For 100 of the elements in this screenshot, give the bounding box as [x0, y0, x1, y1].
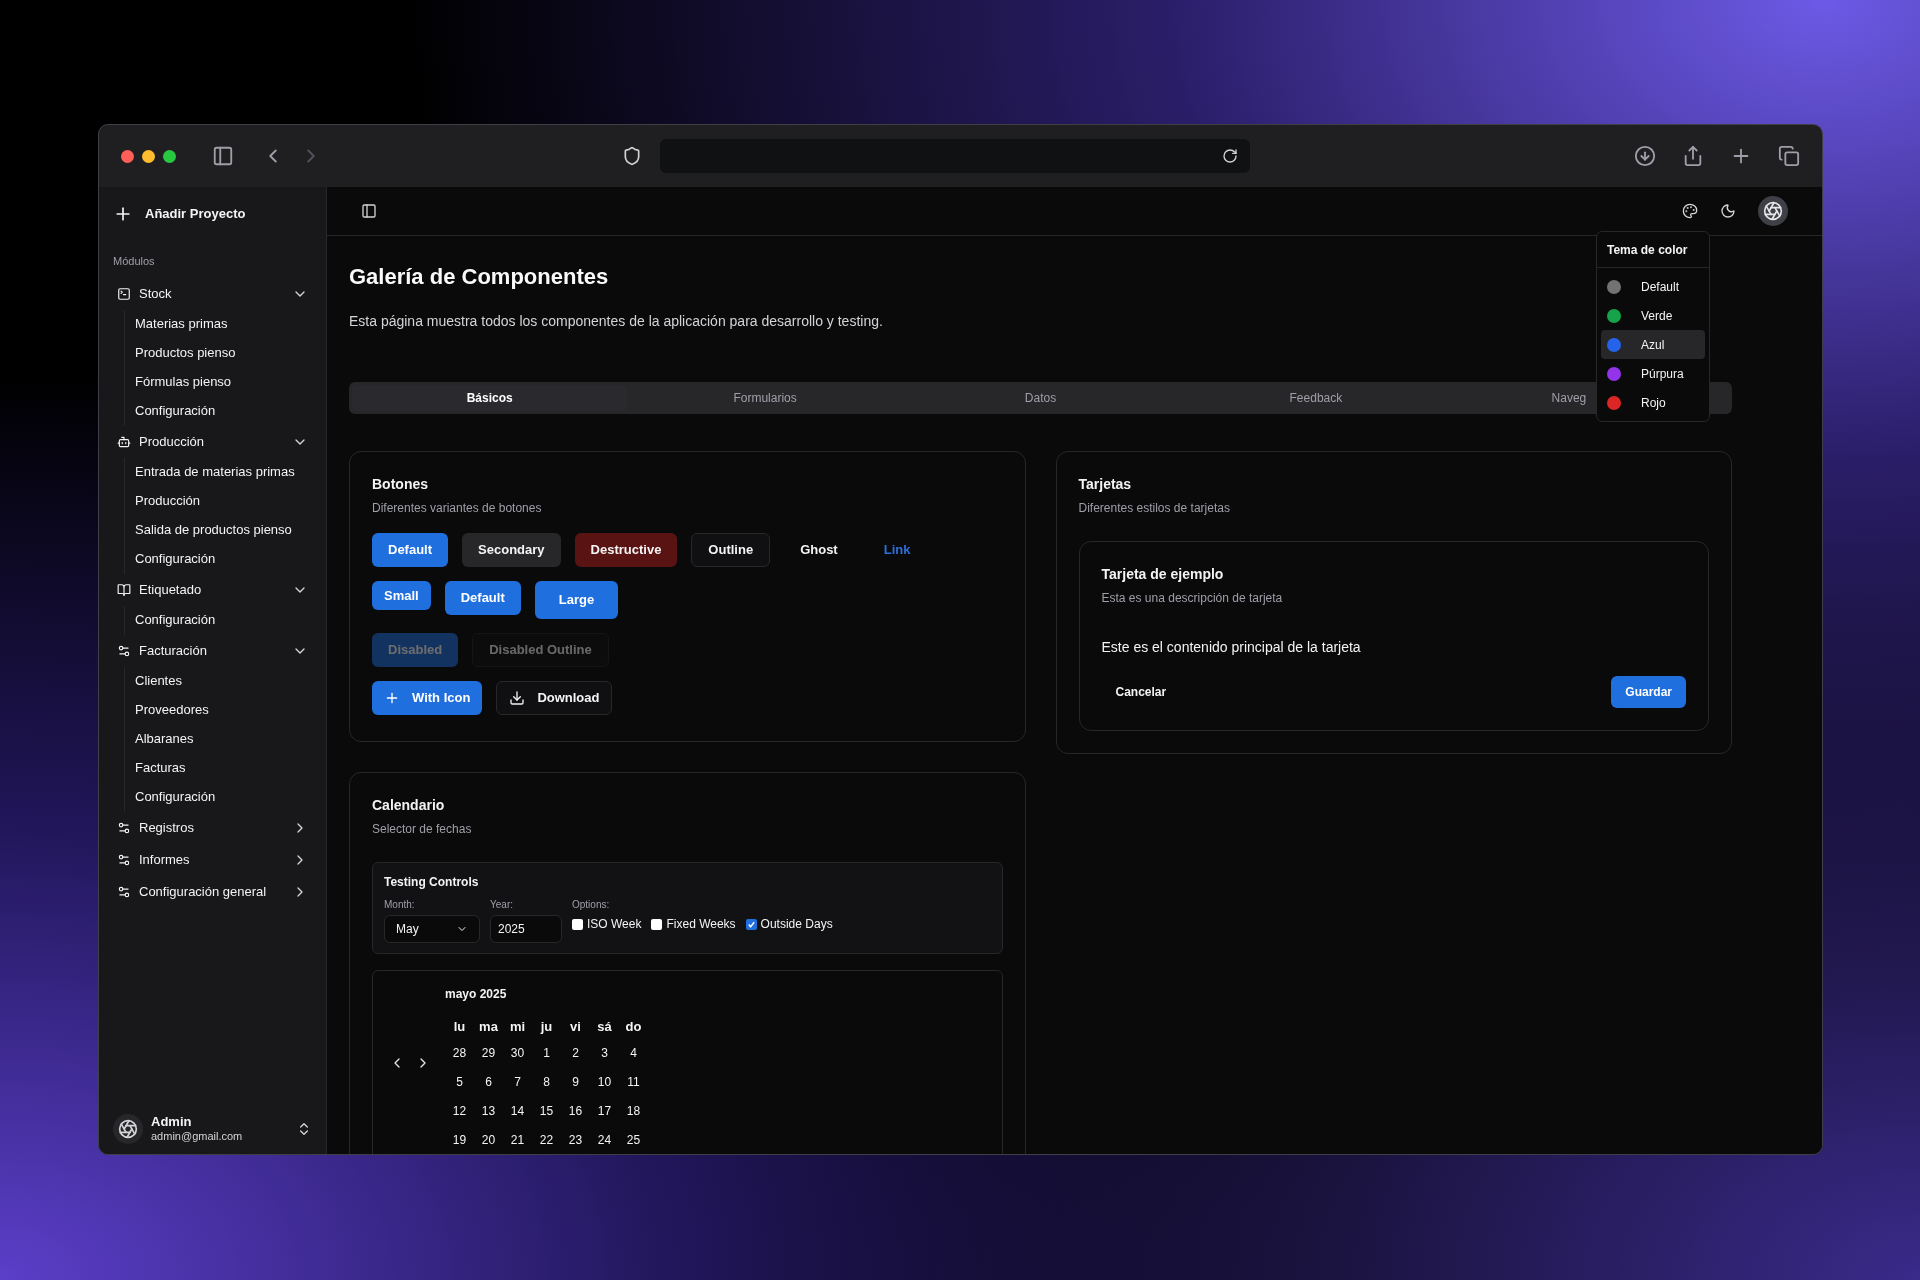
sidebar-subitem[interactable]: Salida de productos pienso	[127, 515, 316, 545]
menu-item[interactable]: Default	[1601, 272, 1705, 301]
checkbox[interactable]	[651, 918, 663, 930]
card-title: Botones	[372, 475, 429, 494]
calendar-day[interactable]: 25	[619, 1128, 648, 1154]
card-description: Selector de fechas	[372, 821, 473, 838]
year-field[interactable]: 2025	[490, 915, 562, 943]
calendar-day[interactable]: 11	[619, 1070, 648, 1099]
calendar-day[interactable]: 7	[503, 1070, 532, 1099]
sidebar-subitem[interactable]: Facturas	[127, 753, 316, 783]
sidebar-subitem[interactable]: Albaranes	[127, 724, 316, 754]
calendar-day[interactable]: 15	[532, 1099, 561, 1128]
sidebar-subitem[interactable]: Productos pienso	[127, 338, 316, 368]
calendar-day[interactable]: 3	[590, 1041, 619, 1070]
sidebar-subitem[interactable]: Configuración	[127, 544, 316, 574]
calendar-day[interactable]: 30	[503, 1041, 532, 1070]
menu-item[interactable]: Verde	[1601, 301, 1705, 330]
calendar-day[interactable]: 6	[474, 1070, 503, 1099]
sidebar-subitem[interactable]: Producción	[127, 486, 316, 516]
sidebar-item[interactable]: Registros	[109, 811, 316, 844]
menu-item[interactable]: Azul	[1601, 330, 1705, 359]
sidebar-item[interactable]: Producción	[109, 425, 316, 458]
cancel-button[interactable]: Cancelar	[1101, 676, 1181, 708]
button[interactable]: Small	[372, 581, 431, 610]
button[interactable]: Default	[444, 581, 521, 615]
sidebar-subitem[interactable]: Proveedores	[127, 695, 316, 725]
reload-icon[interactable]	[1222, 148, 1238, 164]
sidebar-subitem[interactable]: Fórmulas pienso	[127, 367, 316, 397]
button[interactable]: Large	[534, 581, 619, 619]
tab[interactable]: Básicos	[352, 385, 628, 411]
calendar-day[interactable]: 29	[474, 1041, 503, 1070]
checkbox[interactable]	[572, 918, 583, 930]
sidebar-subitem[interactable]: Configuración	[127, 396, 316, 426]
button[interactable]: Download	[496, 681, 613, 715]
sidebar-subitem[interactable]: Materias primas	[127, 309, 316, 339]
palette-icon[interactable]	[1682, 203, 1698, 219]
calendar-day[interactable]: 5	[445, 1070, 474, 1099]
calendar-day[interactable]: 28	[445, 1041, 474, 1070]
tab[interactable]: Formularios	[627, 385, 903, 411]
save-button[interactable]: Guardar	[1611, 676, 1686, 708]
calendar-day[interactable]: 9	[561, 1070, 590, 1099]
button[interactable]: Default	[372, 533, 449, 567]
sidebar-toggle-icon[interactable]	[361, 203, 377, 219]
button[interactable]: Secondary	[462, 533, 561, 567]
calendar-day[interactable]: 1	[532, 1041, 561, 1070]
add-project-button[interactable]: Añadir Proyecto	[109, 199, 316, 229]
sidebar-toggle-icon[interactable]	[212, 145, 234, 167]
button[interactable]: Ghost	[784, 533, 854, 567]
tab[interactable]: Feedback	[1178, 385, 1454, 411]
button[interactable]: Outline	[691, 533, 771, 567]
share-icon[interactable]	[1682, 145, 1704, 167]
sidebar-item[interactable]: Etiquetado	[109, 573, 316, 606]
calendar-day[interactable]: 22	[532, 1128, 561, 1154]
button[interactable]: Destructive	[574, 533, 678, 567]
calendar-day[interactable]: 10	[590, 1070, 619, 1099]
calendar-day[interactable]: 13	[474, 1099, 503, 1128]
sidebar-subitem[interactable]: Configuración	[127, 782, 316, 812]
calendar-day[interactable]: 23	[561, 1128, 590, 1154]
checkbox[interactable]	[745, 918, 757, 930]
calendar-day[interactable]: 4	[619, 1041, 648, 1070]
module-icon	[117, 286, 131, 301]
moon-icon[interactable]	[1720, 203, 1736, 219]
field-label: Year:	[490, 898, 514, 912]
calendar-day[interactable]: 12	[445, 1099, 474, 1128]
button[interactable]: Link	[867, 533, 927, 567]
card-description: Diferentes variantes de botones	[372, 500, 543, 517]
calendar-day[interactable]: 16	[561, 1099, 590, 1128]
shield-icon[interactable]	[622, 146, 642, 166]
sidebar-subitem[interactable]: Entrada de materias primas	[127, 457, 316, 487]
sidebar-item[interactable]: Stock	[109, 277, 316, 310]
month-select[interactable]: May	[384, 915, 480, 943]
avatar[interactable]	[113, 1114, 143, 1144]
minimize-window-icon[interactable]	[142, 149, 155, 163]
menu-item[interactable]: Rojo	[1601, 388, 1705, 417]
tabs-overview-icon[interactable]	[1778, 145, 1800, 167]
calendar-day[interactable]: 21	[503, 1128, 532, 1154]
menu-item[interactable]: Púrpura	[1601, 359, 1705, 388]
calendar-day[interactable]: 8	[532, 1070, 561, 1099]
calendar-day[interactable]: 20	[474, 1128, 503, 1154]
sidebar-item[interactable]: Informes	[109, 843, 316, 876]
calendar-day[interactable]: 18	[619, 1099, 648, 1128]
sidebar-item[interactable]: Configuración general	[109, 875, 316, 908]
close-window-icon[interactable]	[121, 149, 134, 163]
tab[interactable]: Naveg	[1453, 385, 1592, 411]
download-icon[interactable]	[1634, 145, 1656, 167]
calendar-day[interactable]: 19	[445, 1128, 474, 1154]
calendar-day[interactable]: 17	[590, 1099, 619, 1128]
calendar-day[interactable]: 2	[561, 1041, 590, 1070]
section-label: Módulos	[112, 254, 156, 269]
button[interactable]: With Icon	[372, 681, 483, 715]
calendar-day[interactable]: 24	[590, 1128, 619, 1154]
weekday-label: vi	[569, 1018, 582, 1036]
avatar[interactable]	[1758, 196, 1788, 226]
module-icon	[117, 820, 131, 835]
calendar-day[interactable]: 14	[503, 1099, 532, 1128]
sidebar-subitem[interactable]: Clientes	[127, 666, 316, 696]
sidebar-item[interactable]: Facturación	[109, 634, 316, 667]
sidebar-subitem[interactable]: Configuración	[127, 605, 316, 635]
tab[interactable]: Datos	[902, 385, 1179, 411]
maximize-window-icon[interactable]	[163, 149, 176, 163]
